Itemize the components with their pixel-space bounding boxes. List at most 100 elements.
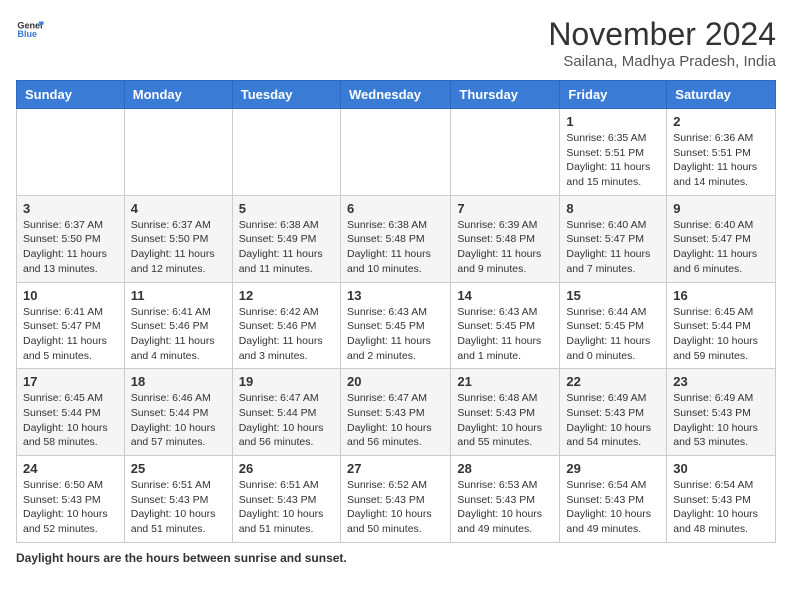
day-info: Sunrise: 6:47 AM Sunset: 5:43 PM Dayligh…: [347, 391, 444, 450]
day-number: 1: [566, 114, 660, 129]
day-info: Sunrise: 6:51 AM Sunset: 5:43 PM Dayligh…: [239, 478, 334, 537]
day-cell: 13 Sunrise: 6:43 AM Sunset: 5:45 PM Dayli…: [340, 282, 450, 369]
day-number: 17: [23, 374, 118, 389]
col-header-saturday: Saturday: [667, 81, 776, 109]
day-number: 25: [131, 461, 226, 476]
day-cell: 25 Sunrise: 6:51 AM Sunset: 5:43 PM Dayli…: [124, 456, 232, 543]
day-info: Sunrise: 6:54 AM Sunset: 5:43 PM Dayligh…: [673, 478, 769, 537]
day-number: 9: [673, 201, 769, 216]
logo: General Blue: [16, 16, 44, 44]
day-cell: 20 Sunrise: 6:47 AM Sunset: 5:43 PM Dayli…: [340, 369, 450, 456]
day-number: 30: [673, 461, 769, 476]
day-info: Sunrise: 6:47 AM Sunset: 5:44 PM Dayligh…: [239, 391, 334, 450]
logo-icon: General Blue: [16, 16, 44, 44]
day-cell: 4 Sunrise: 6:37 AM Sunset: 5:50 PM Daylig…: [124, 195, 232, 282]
day-number: 19: [239, 374, 334, 389]
day-cell: 26 Sunrise: 6:51 AM Sunset: 5:43 PM Dayli…: [232, 456, 340, 543]
day-info: Sunrise: 6:41 AM Sunset: 5:47 PM Dayligh…: [23, 305, 118, 364]
day-cell: 29 Sunrise: 6:54 AM Sunset: 5:43 PM Dayli…: [560, 456, 667, 543]
day-cell: 6 Sunrise: 6:38 AM Sunset: 5:48 PM Daylig…: [340, 195, 450, 282]
day-number: 12: [239, 288, 334, 303]
day-info: Sunrise: 6:45 AM Sunset: 5:44 PM Dayligh…: [673, 305, 769, 364]
day-cell: 27Sunrise: 6:52 AM Sunset: 5:43 PM Dayli…: [340, 456, 450, 543]
col-header-tuesday: Tuesday: [232, 81, 340, 109]
day-cell: 3 Sunrise: 6:37 AM Sunset: 5:50 PM Daylig…: [17, 195, 125, 282]
day-cell: 7 Sunrise: 6:39 AM Sunset: 5:48 PM Daylig…: [451, 195, 560, 282]
day-cell: 8Sunrise: 6:40 AM Sunset: 5:47 PM Daylig…: [560, 195, 667, 282]
day-number: 16: [673, 288, 769, 303]
day-cell: 16 Sunrise: 6:45 AM Sunset: 5:44 PM Dayli…: [667, 282, 776, 369]
day-number: 13: [347, 288, 444, 303]
day-number: 29: [566, 461, 660, 476]
day-info: Sunrise: 6:40 AM Sunset: 5:47 PM Dayligh…: [566, 218, 660, 277]
day-number: 27: [347, 461, 444, 476]
day-number: 15: [566, 288, 660, 303]
day-info: Sunrise: 6:46 AM Sunset: 5:44 PM Dayligh…: [131, 391, 226, 450]
day-info: Sunrise: 6:42 AM Sunset: 5:46 PM Dayligh…: [239, 305, 334, 364]
month-title: November 2024: [548, 16, 776, 53]
day-info: Sunrise: 6:51 AM Sunset: 5:43 PM Dayligh…: [131, 478, 226, 537]
day-number: 23: [673, 374, 769, 389]
subtitle: Sailana, Madhya Pradesh, India: [548, 53, 776, 70]
day-cell: 2 Sunrise: 6:36 AM Sunset: 5:51 PM Daylig…: [667, 109, 776, 196]
day-number: 14: [457, 288, 553, 303]
day-info: Sunrise: 6:35 AM Sunset: 5:51 PM Dayligh…: [566, 131, 660, 190]
calendar-table: SundayMondayTuesdayWednesdayThursdayFrid…: [16, 80, 776, 543]
day-info: Sunrise: 6:38 AM Sunset: 5:49 PM Dayligh…: [239, 218, 334, 277]
week-row-0: 1 Sunrise: 6:35 AM Sunset: 5:51 PM Daylig…: [17, 109, 776, 196]
day-cell: 14 Sunrise: 6:43 AM Sunset: 5:45 PM Dayli…: [451, 282, 560, 369]
day-cell: 15 Sunrise: 6:44 AM Sunset: 5:45 PM Dayli…: [560, 282, 667, 369]
day-cell: 22 Sunrise: 6:49 AM Sunset: 5:43 PM Dayli…: [560, 369, 667, 456]
day-number: 20: [347, 374, 444, 389]
day-info: Sunrise: 6:44 AM Sunset: 5:45 PM Dayligh…: [566, 305, 660, 364]
day-cell: 30 Sunrise: 6:54 AM Sunset: 5:43 PM Dayli…: [667, 456, 776, 543]
day-info: Sunrise: 6:54 AM Sunset: 5:43 PM Dayligh…: [566, 478, 660, 537]
day-info: Sunrise: 6:39 AM Sunset: 5:48 PM Dayligh…: [457, 218, 553, 277]
day-cell: 17Sunrise: 6:45 AM Sunset: 5:44 PM Dayli…: [17, 369, 125, 456]
title-area: November 2024 Sailana, Madhya Pradesh, I…: [548, 16, 776, 70]
footer-label: Daylight hours: [16, 551, 100, 565]
day-cell: 11Sunrise: 6:41 AM Sunset: 5:46 PM Dayli…: [124, 282, 232, 369]
day-number: 21: [457, 374, 553, 389]
day-info: Sunrise: 6:38 AM Sunset: 5:48 PM Dayligh…: [347, 218, 444, 277]
day-info: Sunrise: 6:37 AM Sunset: 5:50 PM Dayligh…: [131, 218, 226, 277]
day-number: 10: [23, 288, 118, 303]
footer-note: Daylight hours are the hours between sun…: [16, 551, 776, 565]
day-cell: 19 Sunrise: 6:47 AM Sunset: 5:44 PM Dayli…: [232, 369, 340, 456]
day-info: Sunrise: 6:43 AM Sunset: 5:45 PM Dayligh…: [457, 305, 553, 364]
day-info: Sunrise: 6:50 AM Sunset: 5:43 PM Dayligh…: [23, 478, 118, 537]
header-row: SundayMondayTuesdayWednesdayThursdayFrid…: [17, 81, 776, 109]
day-cell: 23Sunrise: 6:49 AM Sunset: 5:43 PM Dayli…: [667, 369, 776, 456]
col-header-friday: Friday: [560, 81, 667, 109]
day-number: 3: [23, 201, 118, 216]
footer-text: are the hours between sunrise and sunset…: [103, 551, 346, 565]
day-info: Sunrise: 6:37 AM Sunset: 5:50 PM Dayligh…: [23, 218, 118, 277]
day-info: Sunrise: 6:43 AM Sunset: 5:45 PM Dayligh…: [347, 305, 444, 364]
day-cell: 24Sunrise: 6:50 AM Sunset: 5:43 PM Dayli…: [17, 456, 125, 543]
day-cell: [124, 109, 232, 196]
day-cell: [232, 109, 340, 196]
day-cell: 5Sunrise: 6:38 AM Sunset: 5:49 PM Daylig…: [232, 195, 340, 282]
day-cell: 9 Sunrise: 6:40 AM Sunset: 5:47 PM Daylig…: [667, 195, 776, 282]
day-number: 6: [347, 201, 444, 216]
day-number: 11: [131, 288, 226, 303]
day-number: 4: [131, 201, 226, 216]
page-header: General Blue November 2024 Sailana, Madh…: [16, 16, 776, 70]
day-cell: 12 Sunrise: 6:42 AM Sunset: 5:46 PM Dayli…: [232, 282, 340, 369]
col-header-monday: Monday: [124, 81, 232, 109]
week-row-1: 3 Sunrise: 6:37 AM Sunset: 5:50 PM Daylig…: [17, 195, 776, 282]
day-info: Sunrise: 6:40 AM Sunset: 5:47 PM Dayligh…: [673, 218, 769, 277]
day-info: Sunrise: 6:36 AM Sunset: 5:51 PM Dayligh…: [673, 131, 769, 190]
day-number: 2: [673, 114, 769, 129]
day-info: Sunrise: 6:49 AM Sunset: 5:43 PM Dayligh…: [566, 391, 660, 450]
week-row-4: 24Sunrise: 6:50 AM Sunset: 5:43 PM Dayli…: [17, 456, 776, 543]
day-number: 28: [457, 461, 553, 476]
svg-text:Blue: Blue: [17, 29, 37, 39]
day-cell: [17, 109, 125, 196]
day-number: 7: [457, 201, 553, 216]
day-number: 26: [239, 461, 334, 476]
day-cell: 21Sunrise: 6:48 AM Sunset: 5:43 PM Dayli…: [451, 369, 560, 456]
day-cell: 10 Sunrise: 6:41 AM Sunset: 5:47 PM Dayli…: [17, 282, 125, 369]
day-info: Sunrise: 6:53 AM Sunset: 5:43 PM Dayligh…: [457, 478, 553, 537]
day-number: 22: [566, 374, 660, 389]
